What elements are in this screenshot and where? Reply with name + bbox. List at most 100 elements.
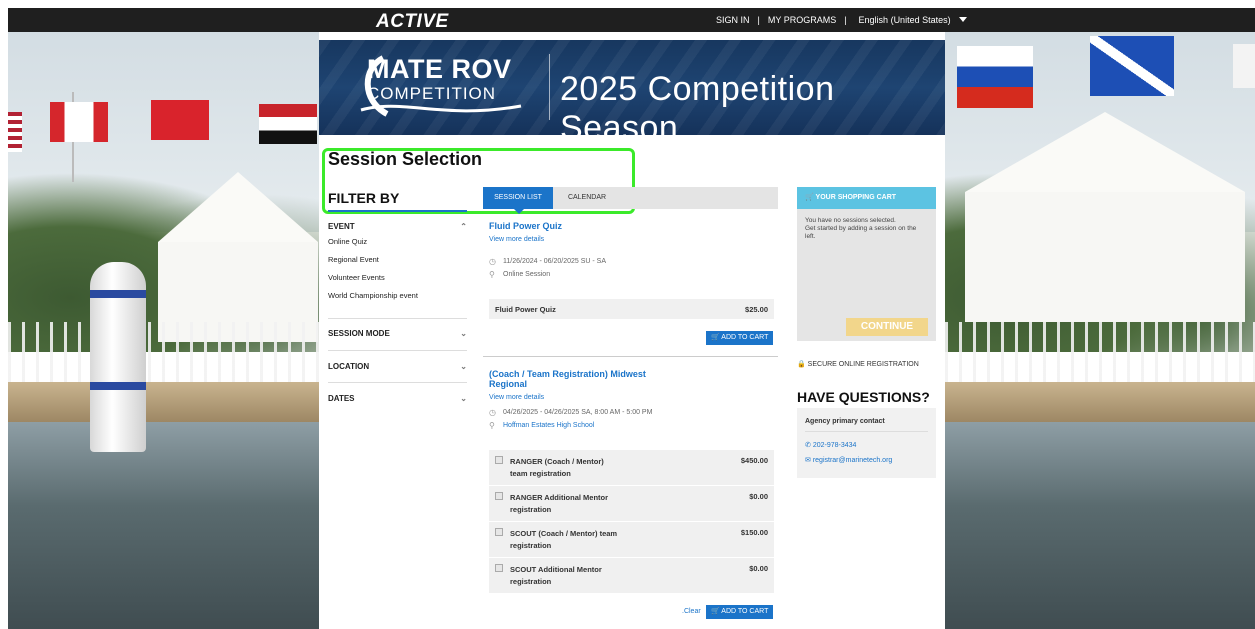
filter-session-mode[interactable]: SESSION MODE ⌄ [328,329,467,338]
tab-session-list[interactable]: SESSION LIST [483,187,553,214]
session-dates-text: 04/26/2025 - 04/26/2025 SA, 8:00 AM - 5:… [503,409,653,416]
filter-option-online-quiz[interactable]: Online Quiz [328,237,467,246]
continue-button[interactable]: CONTINUE [846,318,928,336]
buoy-band [90,290,146,298]
filter-divider [328,382,467,383]
clear-link[interactable]: .Clear [682,608,701,615]
tab-calendar[interactable]: CALENDAR [555,187,619,209]
my-programs-link[interactable]: MY PROGRAMS [768,15,836,25]
option-name-line: SCOUT Additional Mentor [510,565,602,574]
dock [8,382,319,422]
filter-option-volunteer-events[interactable]: Volunteer Events [328,273,467,282]
view-details-link[interactable]: View more details [489,394,775,401]
option-checkbox[interactable] [495,456,503,464]
dock [945,382,1255,422]
session-location-text: Online Session [503,271,551,278]
option-checkbox[interactable] [495,528,503,536]
filter-option-regional-event[interactable]: Regional Event [328,255,467,264]
banner-title: 2025 Competition Season [560,70,835,135]
tent-roof [158,172,318,242]
mate-rov-logo-text: MATE ROV [367,54,512,84]
buoy-band [90,382,146,390]
option-price: $150.00 [740,528,768,537]
russia-flag-icon [957,46,1033,108]
filter-dates[interactable]: DATES ⌄ [328,394,467,403]
filter-session-mode-label: SESSION MODE [328,329,390,338]
email-address: registrar@marinetech.org [812,457,893,464]
cart-icon: 🛒 [711,608,720,615]
sign-in-link[interactable]: SIGN IN [716,15,750,25]
view-details-link[interactable]: View more details [489,236,775,243]
option-name-line: registration [510,541,552,550]
filter-event-group: EVENT ⌃ Online Quiz Regional Event Volun… [328,222,467,300]
clock-icon: ◷ [489,408,496,417]
phone-link[interactable]: ✆ 202-978-3434 [805,441,928,449]
option-name-line: registration [510,577,552,586]
session-title[interactable]: Fluid Power Quiz [489,221,775,231]
map-pin-icon: ⚲ [489,270,495,279]
session-card: (Coach / Team Registration) Midwest Regi… [489,369,775,430]
filter-divider [328,350,467,351]
session-option-row: SCOUT (Coach / Mentor) team registration … [489,522,774,557]
add-to-cart-button[interactable]: 🛒 ADD TO CART [706,331,774,345]
option-price: $25.00 [745,305,768,314]
language-selector[interactable]: English (United States) [855,15,971,25]
main-content: MATE ROV COMPETITION 2025 Competition Se… [319,40,945,629]
session-title[interactable]: (Coach / Team Registration) Midwest Regi… [489,369,775,389]
option-name: RANGER (Coach / Mentor) team registration [510,456,604,480]
option-name-line: registration [510,505,552,514]
option-name: SCOUT (Coach / Mentor) team registration [510,528,617,552]
top-navigation-bar: ACTIVE SIGN IN | MY PROGRAMS | English (Unit… [8,8,1255,32]
cart-icon: 🛒 [711,334,720,341]
option-price: $0.00 [749,564,768,573]
session-option-row: RANGER Additional Mentor registration $0.… [489,486,774,521]
competition-banner: MATE ROV COMPETITION 2025 Competition Se… [319,40,945,135]
session-option-row: SCOUT Additional Mentor registration $0.0… [489,558,774,593]
filter-location-label: LOCATION [328,362,370,371]
usa-flag-icon [8,112,22,152]
filter-event-toggle[interactable]: EVENT ⌃ [328,222,467,231]
option-checkbox[interactable] [495,492,503,500]
session-title-line: (Coach / Team Registration) Midwest [489,369,646,379]
phone-number: 202-978-3434 [812,442,857,449]
secure-registration: 🔒 SECURE ONLINE REGISTRATION [797,360,919,368]
cart-empty-text: You have no sessions selected. [805,217,896,224]
mate-rov-logo-subtext: COMPETITION [367,84,497,103]
email-link[interactable]: ✉ registrar@marinetech.org [805,456,928,464]
session-divider [483,356,778,357]
option-name: Fluid Power Quiz [495,305,556,314]
railing [945,322,1255,382]
filter-dates-label: DATES [328,394,355,403]
session-location-link[interactable]: Hoffman Estates High School [503,422,594,429]
phone-icon: ✆ [805,442,811,449]
option-name-line: SCOUT (Coach / Mentor) team [510,529,618,538]
shopping-cart-header: 🛒 YOUR SHOPPING CART [797,187,936,209]
china-flag-icon [151,100,209,140]
option-name-line: team registration [510,469,571,478]
chevron-down-icon: ⌄ [460,329,467,338]
filter-location[interactable]: LOCATION ⌄ [328,362,467,371]
background-photo-left [8,32,319,629]
tent [965,192,1245,322]
session-card: Fluid Power Quiz View more details ◷ 11/2… [489,221,775,279]
option-name: RANGER Additional Mentor registration [510,492,608,516]
envelope-icon: ✉ [805,457,811,464]
have-questions-heading: HAVE QUESTIONS? [797,389,936,410]
clock-icon: ◷ [489,257,496,266]
option-checkbox[interactable] [495,564,503,572]
secure-registration-text: SECURE ONLINE REGISTRATION [807,361,919,368]
nav-divider: | [844,15,847,25]
add-to-cart-label: ADD TO CART [721,608,769,615]
shopping-cart-title: YOUR SHOPPING CART [815,194,897,201]
add-to-cart-button[interactable]: 🛒 ADD TO CART [706,605,774,619]
cart-empty-text: left. [805,233,816,240]
filter-heading: FILTER BY [328,190,467,212]
view-tabs: SESSION LIST CALENDAR [483,187,778,214]
active-logo[interactable]: ACTIVE [376,11,449,33]
water [8,422,319,629]
filter-option-world-championship[interactable]: World Championship event [328,291,467,300]
railing [8,322,319,382]
filter-divider [328,318,467,319]
option-name-line: RANGER Additional Mentor [510,493,609,502]
map-pin-icon: ⚲ [489,421,495,430]
